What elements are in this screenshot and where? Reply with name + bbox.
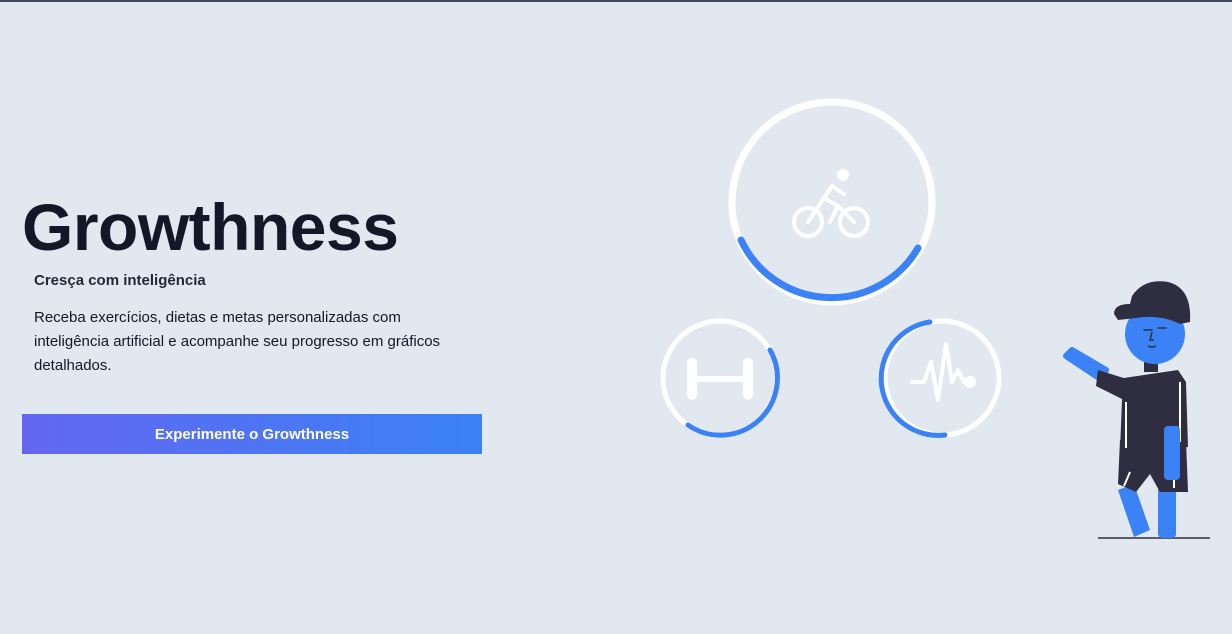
hero-title: Growthness <box>22 190 399 264</box>
hero-subtitle: Cresça com inteligência <box>34 272 206 289</box>
landing-page: Growthness Cresça com inteligência Receb… <box>0 0 1232 634</box>
bike-icon <box>792 169 870 238</box>
hero-description: Receba exercícios, dietas e metas person… <box>34 309 441 374</box>
heartbeat-icon <box>910 342 976 402</box>
hero-section: Growthness Cresça com inteligência Receb… <box>22 188 492 378</box>
fitness-illustration <box>660 98 1210 539</box>
dumbbell-icon <box>687 358 753 400</box>
person-figure <box>1063 281 1210 539</box>
try-growthness-button[interactable]: Experimente o Growthness <box>22 414 482 454</box>
